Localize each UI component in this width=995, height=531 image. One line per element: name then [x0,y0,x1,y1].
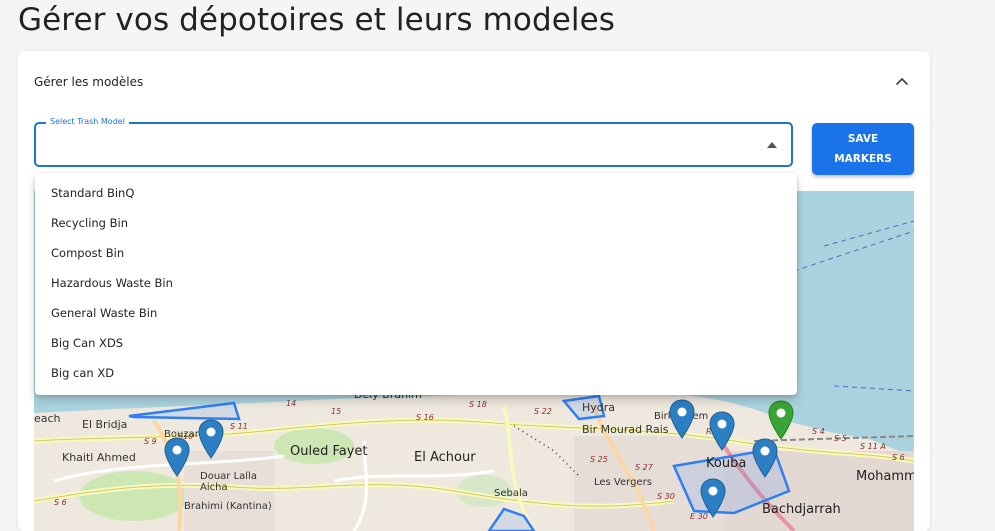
map-label-ouled-fayet: Ouled Fayet [290,444,368,459]
map-marker-icon[interactable] [669,399,695,439]
map-marker-icon[interactable] [198,419,224,459]
map-marker-icon[interactable] [752,438,778,478]
collapse-button[interactable] [890,69,914,93]
map-label-el-bridja: El Bridja [82,418,128,431]
road-label: S 25 [590,455,608,464]
road-label: S 11 [230,422,248,431]
chevron-up-icon [895,77,909,85]
map-label-bir-mourad-rais: Bir Mourad Rais [582,423,669,436]
page-title: Gérer vos dépotoires et leurs modeles [18,2,616,38]
map-marker-icon[interactable] [164,437,190,477]
section-header: Gérer les modèles [34,75,144,89]
map-marker-icon[interactable] [700,478,726,518]
option-big-can-xd[interactable]: Big can XD [35,358,797,388]
map-label-bachdjarrah: Bachdjarrah [762,502,841,517]
road-label: S 30 [657,492,675,501]
road-label: 14 [286,399,297,408]
road-label: S 6 [54,498,67,507]
option-hazardous-waste-bin[interactable]: Hazardous Waste Bin [35,268,797,298]
road-label: S 22 [534,407,552,416]
road-label: S 5 [834,434,847,443]
map-marker-icon[interactable] [709,411,735,451]
map-label-khaitl-ahmed: Khaitl Ahmed [62,451,136,464]
map-label-brahimi: Brahimi (Kantina) [184,501,272,512]
map-label-sebala: Sebala [494,488,528,499]
road-label: S 6 [892,453,905,462]
option-recycling-bin[interactable]: Recycling Bin [35,208,797,238]
map-label-hydra: Hydra [582,401,616,414]
trash-model-dropdown: Standard BinQ Recycling Bin Compost Bin … [35,173,797,395]
map-label-les-vergers: Les Vergers [594,477,652,488]
road-label: S 4 [812,427,825,436]
map-label-el-achour: El Achour [414,450,476,465]
trash-model-select[interactable]: Select Trash Model [34,115,793,167]
map-label-kouba: Kouba [706,456,747,471]
road-label: S 9 [144,437,157,446]
road-label: each [34,412,61,425]
option-big-can-xds[interactable]: Big Can XDS [35,328,797,358]
road-label: 15 [331,407,342,416]
option-standard-binq[interactable]: Standard BinQ [35,178,797,208]
option-compost-bin[interactable]: Compost Bin [35,238,797,268]
road-label: S 16 [416,413,434,422]
road-label: S 11 A [860,442,886,451]
map-marker-green-icon[interactable] [768,400,794,440]
map-label-douar-lalla-aicha: Douar Lalla Aicha [200,471,257,493]
option-general-waste-bin[interactable]: General Waste Bin [35,298,797,328]
save-markers-button[interactable]: SAVE MARKERS [812,123,914,175]
select-label: Select Trash Model [46,115,129,129]
caret-up-icon [767,142,777,148]
map-label-mohamm: Mohamm [856,469,914,484]
road-label: S 27 [635,463,653,472]
road-label: S 18 [469,400,487,409]
